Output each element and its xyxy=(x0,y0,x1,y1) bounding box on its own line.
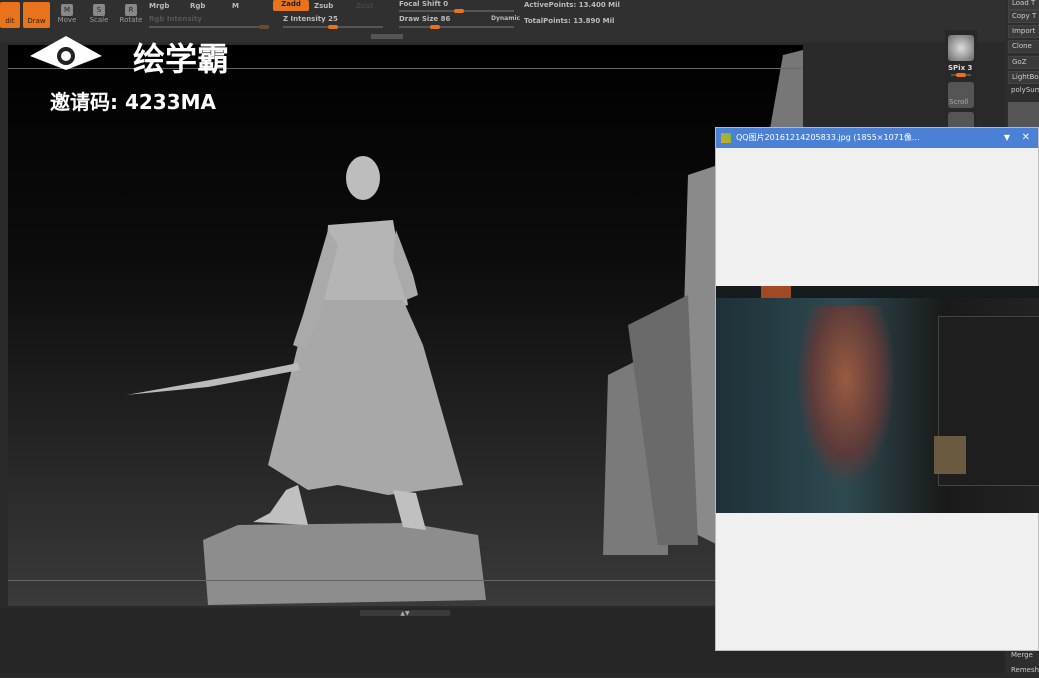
polysum-label: polySum xyxy=(1011,86,1039,94)
scroll-button[interactable]: Scroll xyxy=(949,98,968,106)
clone-button[interactable]: Clone xyxy=(1008,40,1039,53)
draw-size-slider[interactable]: Draw Size 86 xyxy=(399,15,450,23)
zcut-button[interactable]: Zcut xyxy=(356,2,374,10)
frame-guide-bottom xyxy=(8,580,803,581)
z-intensity-slider[interactable]: Z Intensity 25 xyxy=(283,15,338,23)
edit-button[interactable]: dit xyxy=(0,2,20,28)
goz-button[interactable]: GoZ xyxy=(1008,56,1039,69)
zsub-button[interactable]: Zsub xyxy=(314,2,333,10)
scale-icon: S xyxy=(93,4,105,16)
import-button[interactable]: Import xyxy=(1008,25,1039,38)
image-app-icon xyxy=(721,133,731,143)
move-icon: M xyxy=(61,4,73,16)
active-points: ActivePoints: 13.400 Mil xyxy=(524,1,620,9)
tool-thumbnail[interactable] xyxy=(1008,102,1039,128)
fullscreen-icon[interactable]: ✕ xyxy=(1022,128,1030,148)
rotate-button[interactable]: R Rotate xyxy=(118,4,144,24)
frame-guide-top xyxy=(8,68,803,69)
zadd-button[interactable]: Zadd xyxy=(273,0,309,11)
viewed-image xyxy=(716,286,1039,513)
scale-button[interactable]: S Scale xyxy=(86,4,112,24)
spix-button[interactable]: SPix 3 xyxy=(948,64,972,72)
viewer-titlebar[interactable]: QQ图片20161214205833.jpg (1855×1071像... ▼ … xyxy=(716,128,1038,148)
spix-sphere-icon[interactable] xyxy=(948,35,974,61)
dropdown-icon[interactable]: ▼ xyxy=(1004,128,1010,148)
load-tool-button[interactable]: Load T xyxy=(1008,0,1039,10)
dynamic-button[interactable]: Dynamic xyxy=(491,15,520,22)
remesh-button[interactable]: Remesh xyxy=(1008,665,1039,678)
merge-button[interactable]: Merge xyxy=(1008,650,1039,663)
viewport-canvas[interactable] xyxy=(8,45,803,606)
rgb-button[interactable]: Rgb xyxy=(190,2,205,10)
copy-tool-button[interactable]: Copy T xyxy=(1008,10,1039,23)
rgb-intensity-slider[interactable]: Rgb Intensity xyxy=(149,15,202,23)
invite-code: 邀请码: 4233MA xyxy=(50,90,217,114)
viewer-title: QQ图片20161214205833.jpg (1855×1071像... xyxy=(736,133,920,142)
image-viewer-window: QQ图片20161214205833.jpg (1855×1071像... ▼ … xyxy=(715,127,1039,651)
mrgb-button[interactable]: Mrgb xyxy=(149,2,169,10)
logo-icon xyxy=(30,36,102,70)
tray-toggle[interactable]: ▲▼ xyxy=(360,610,450,617)
m-button[interactable]: M xyxy=(232,2,239,10)
focal-shift-slider[interactable]: Focal Shift 0 xyxy=(399,0,448,8)
sculpt-model xyxy=(126,50,803,605)
move-button[interactable]: M Move xyxy=(54,4,80,24)
lightbox-button[interactable]: LightBox xyxy=(1008,71,1039,84)
rotate-icon: R xyxy=(125,4,137,16)
draw-button[interactable]: Draw xyxy=(23,2,50,28)
total-points: TotalPoints: 13.890 Mil xyxy=(524,17,615,25)
